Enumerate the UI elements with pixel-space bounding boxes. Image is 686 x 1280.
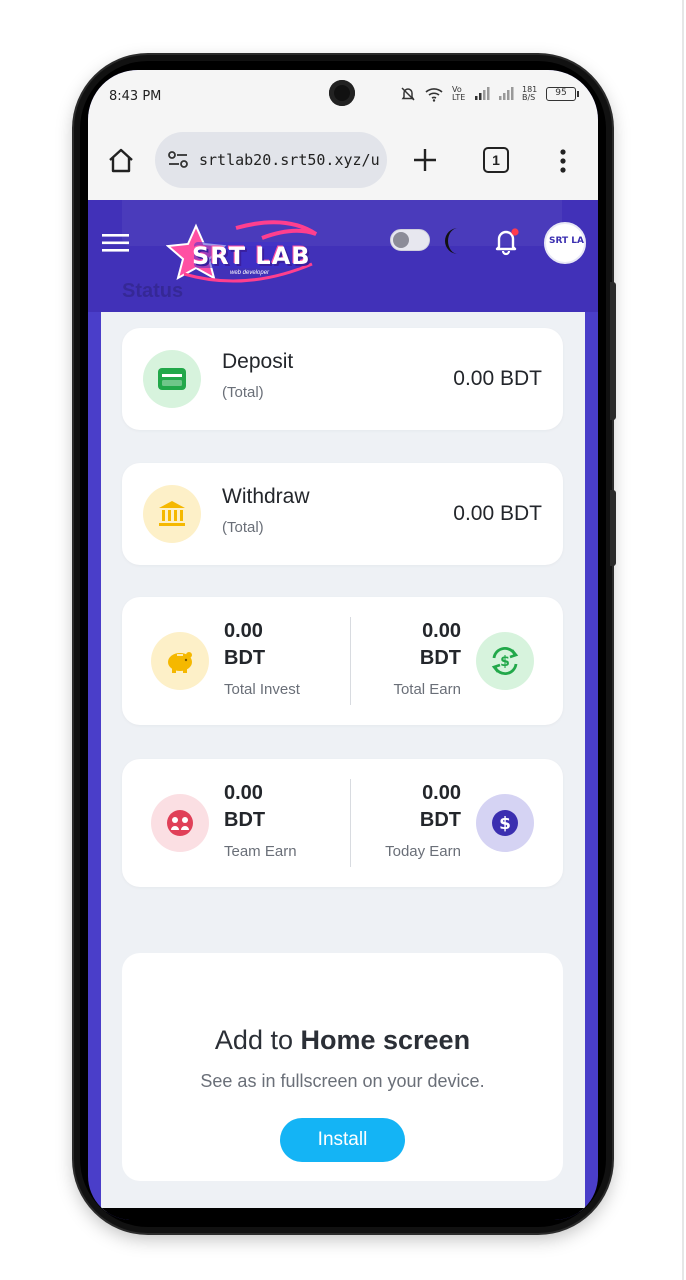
withdraw-icon-circle <box>143 485 201 543</box>
moon-icon[interactable] <box>444 226 472 256</box>
piggy-bank-icon <box>168 652 192 673</box>
power-button <box>610 490 616 566</box>
status-bar: 8:43 PM Vo LTE 181 B/S 95 <box>88 70 598 122</box>
deposit-title: Deposit <box>222 350 294 373</box>
address-bar[interactable]: srtlab20.srt50.xyz/user/d <box>155 132 387 188</box>
total-invest-unit: BDT <box>224 647 266 669</box>
battery-level: 95 <box>555 88 567 98</box>
divider <box>350 779 351 867</box>
invest-icon-circle <box>151 632 209 690</box>
site-settings-icon[interactable] <box>167 150 189 170</box>
total-invest-label: Total Invest <box>224 681 300 698</box>
install-title-bold: Home screen <box>300 1025 471 1055</box>
main-content: Deposit (Total) 0.00 BDT Withdraw (Total… <box>101 312 585 1212</box>
srt-lab-logo[interactable]: SRT LAB web developer <box>165 218 322 292</box>
svg-text:$: $ <box>499 814 511 834</box>
volte-label: Vo LTE <box>452 85 466 102</box>
total-earn-value: 0.00 <box>422 620 461 642</box>
today-earn-unit: BDT <box>419 809 461 831</box>
theme-toggle[interactable] <box>390 229 430 251</box>
install-subtitle: See as in fullscreen on your device. <box>200 1071 485 1091</box>
notification-bell-icon[interactable] <box>491 226 521 256</box>
front-camera <box>329 80 355 106</box>
deposit-card[interactable]: Deposit (Total) 0.00 BDT <box>122 328 563 430</box>
deposit-subtitle: (Total) <box>222 384 264 401</box>
toggle-knob <box>393 232 409 248</box>
mute-bell-icon <box>401 87 415 101</box>
divider <box>350 617 351 705</box>
avatar[interactable]: SRT LAB <box>544 222 586 264</box>
logo-tagline: web developer <box>230 270 270 276</box>
withdraw-card[interactable]: Withdraw (Total) 0.00 BDT <box>122 463 563 565</box>
app-header: Status SRT LAB web developer SRT LAB <box>88 200 598 312</box>
tab-switcher-button[interactable]: 1 <box>483 147 509 173</box>
today-earn-value: 0.00 <box>422 782 461 804</box>
dollar-icon: $ <box>492 810 518 836</box>
battery-icon: 95 <box>546 87 579 101</box>
install-title: Add to Home screen <box>122 1025 563 1056</box>
new-tab-icon[interactable] <box>411 146 439 174</box>
team-earn-value: 0.00 <box>224 782 263 804</box>
logo-text: SRT LAB <box>192 242 311 270</box>
dollar-refresh-icon: $ <box>491 646 519 676</box>
status-time: 8:43 PM <box>109 89 162 104</box>
overflow-menu-icon[interactable] <box>556 148 570 174</box>
total-earn-unit: BDT <box>419 647 461 669</box>
home-icon[interactable] <box>106 146 136 176</box>
earn-icon-circle: $ <box>476 632 534 690</box>
install-button[interactable]: Install <box>280 1118 405 1162</box>
today-earn-label: Today Earn <box>385 843 461 860</box>
net-speed: 181 B/S <box>522 85 538 102</box>
deposit-icon-circle <box>143 350 201 408</box>
withdraw-title: Withdraw <box>222 485 310 508</box>
signal-icon-2 <box>499 87 514 100</box>
install-prompt-card: Add to Home screen See as in fullscreen … <box>122 953 563 1181</box>
menu-icon[interactable] <box>102 232 130 254</box>
page-edge-line <box>682 0 684 1280</box>
team-icon <box>167 810 193 836</box>
bank-icon <box>159 501 185 526</box>
deposit-amount: 0.00 BDT <box>453 367 542 390</box>
total-invest-value: 0.00 <box>224 620 263 642</box>
team-icon-circle <box>151 794 209 852</box>
browser-toolbar: srtlab20.srt50.xyz/user/d 1 <box>88 122 598 200</box>
wifi-icon <box>425 88 443 102</box>
avatar-text: SRT LAB <box>549 236 584 246</box>
total-earn-label: Total Earn <box>393 681 461 698</box>
signal-icon-1 <box>475 87 490 100</box>
install-title-prefix: Add to <box>214 1025 301 1055</box>
invest-earn-card: 0.00 BDT Total Invest 0.00 BDT Total Ear… <box>122 597 563 725</box>
wallet-icon <box>158 368 186 390</box>
page: 8:43 PM Vo LTE 181 B/S 95 srtlab20.srt50… <box>0 0 686 1280</box>
team-earn-unit: BDT <box>224 809 266 831</box>
withdraw-amount: 0.00 BDT <box>453 502 542 525</box>
withdraw-subtitle: (Total) <box>222 519 264 536</box>
screen-bottom-edge <box>88 1208 598 1220</box>
today-icon-circle: $ <box>476 794 534 852</box>
status-icons: Vo LTE 181 B/S 95 <box>400 85 579 102</box>
url-text[interactable]: srtlab20.srt50.xyz/user/d <box>199 151 379 169</box>
team-today-card: 0.00 BDT Team Earn 0.00 BDT Today Earn $ <box>122 759 563 887</box>
team-earn-label: Team Earn <box>224 843 297 860</box>
svg-text:$: $ <box>500 654 510 670</box>
volume-button <box>610 282 616 420</box>
phone-screen: 8:43 PM Vo LTE 181 B/S 95 srtlab20.srt50… <box>88 70 598 1220</box>
